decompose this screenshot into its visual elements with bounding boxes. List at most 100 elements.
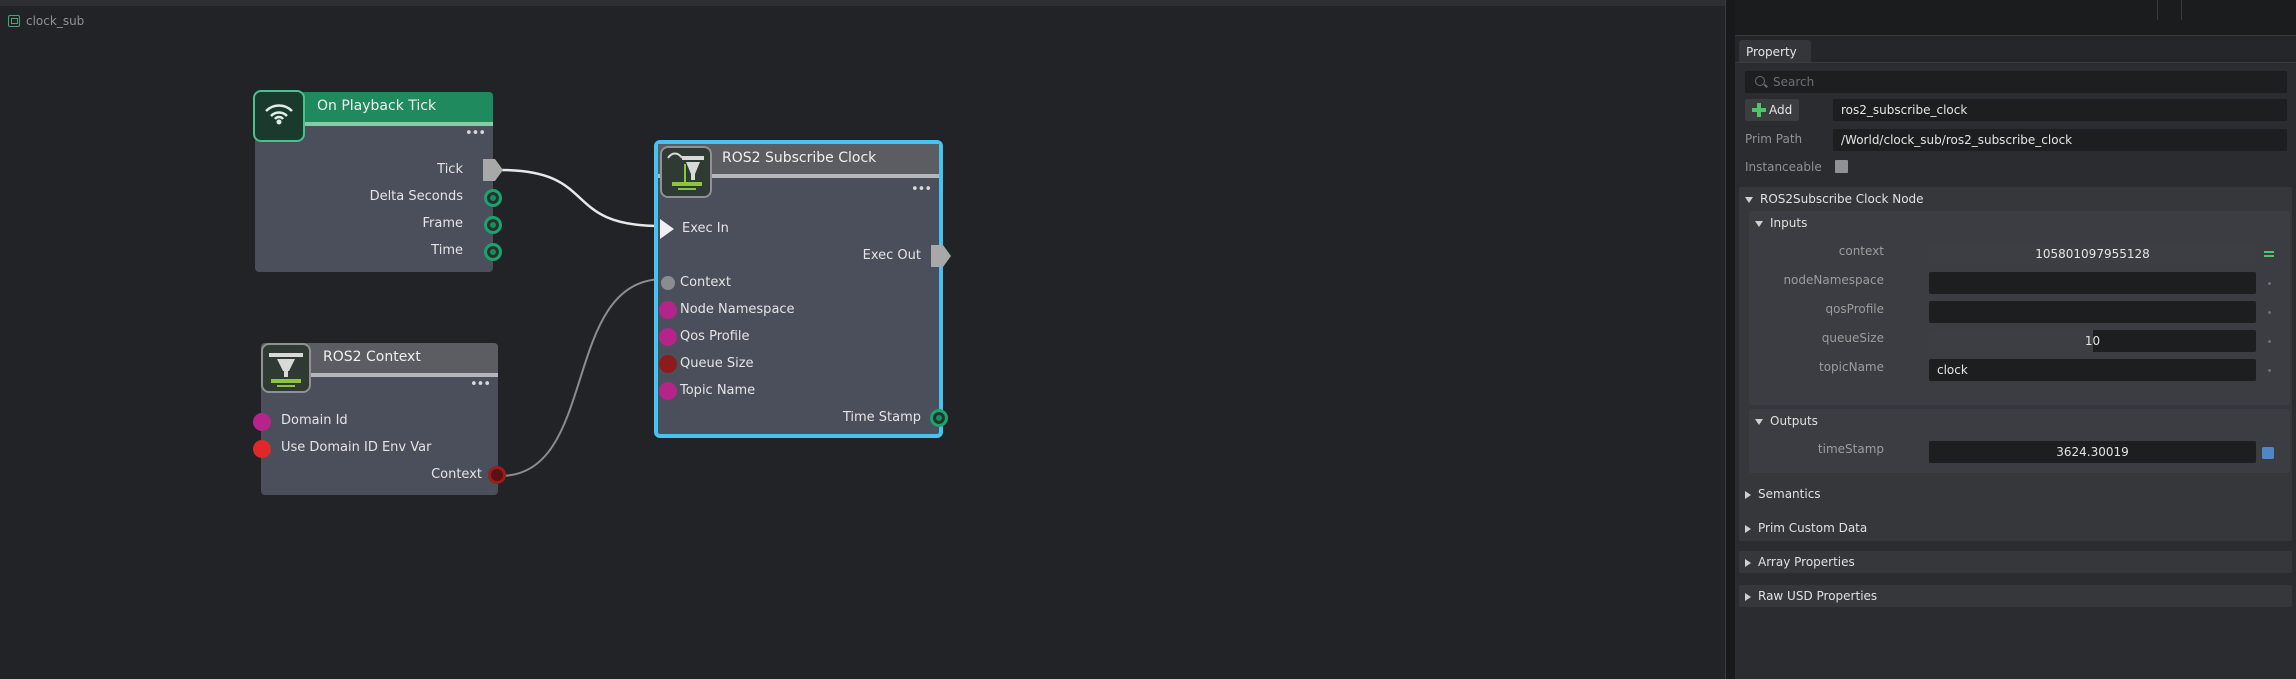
port-label-time: Time xyxy=(431,243,463,258)
add-button[interactable]: Add xyxy=(1745,99,1799,121)
exec-out-port-tick[interactable] xyxy=(483,159,503,181)
time-stamp-value: 3624.30019 xyxy=(2056,445,2129,459)
exec-out-port[interactable] xyxy=(931,245,951,267)
reset-dot[interactable] xyxy=(2268,340,2271,343)
port-label-delta-seconds: Delta Seconds xyxy=(369,189,463,204)
chevron-right-icon xyxy=(1745,490,1751,499)
port-topic-name[interactable] xyxy=(659,382,677,400)
port-label-exec-out: Exec Out xyxy=(862,248,921,263)
section-prim-custom-data-header[interactable]: Prim Custom Data xyxy=(1745,521,1867,535)
port-queue-size[interactable] xyxy=(659,355,677,373)
port-label-domain-id: Domain Id xyxy=(281,413,348,428)
tab-property[interactable]: Property xyxy=(1739,40,1811,62)
section-inputs-title: Inputs xyxy=(1770,216,1808,230)
node-on-playback-tick[interactable]: On Playback Tick ••• Tick Delta Seconds … xyxy=(253,90,503,272)
instanceable-checkbox[interactable] xyxy=(1835,160,1848,173)
section-node-header[interactable]: ROS2Subscribe Clock Node xyxy=(1745,192,1924,206)
graph-breadcrumb[interactable]: clock_sub xyxy=(8,14,84,28)
property-body: Search Add ros2_subscribe_clock Prim Pat… xyxy=(1735,62,2296,679)
exec-in-port[interactable] xyxy=(660,219,674,239)
port-delta-seconds[interactable] xyxy=(484,189,502,207)
port-frame[interactable] xyxy=(484,216,502,234)
port-label-queue-size: Queue Size xyxy=(680,356,754,371)
node-menu-button[interactable]: ••• xyxy=(470,378,491,391)
section-array-properties-title: Array Properties xyxy=(1758,555,1855,569)
port-label-node-namespace: Node Namespace xyxy=(680,302,795,317)
wire-tick-to-exec-in xyxy=(499,168,661,228)
section-raw-usd-properties-title: Raw USD Properties xyxy=(1758,589,1878,603)
port-label-exec-in: Exec In xyxy=(682,221,729,236)
action-graph-canvas[interactable]: clock_sub On Playback Tick ••• Tick Delt… xyxy=(0,0,1725,679)
input-label-node-namespace: nodeNamespace xyxy=(1783,273,1884,287)
node-namespace-field[interactable] xyxy=(1929,272,2256,294)
port-label-time-stamp: Time Stamp xyxy=(842,410,921,425)
section-outputs-header[interactable]: Outputs xyxy=(1755,414,1818,428)
qos-profile-field[interactable] xyxy=(1929,301,2256,323)
app-window: clock_sub On Playback Tick ••• Tick Delt… xyxy=(0,0,2296,679)
port-label-frame: Frame xyxy=(422,216,463,231)
time-stamp-field[interactable]: 3624.30019 xyxy=(1929,441,2256,463)
port-context-in[interactable] xyxy=(659,274,677,292)
section-outputs-title: Outputs xyxy=(1770,414,1818,428)
ros2-context-icon xyxy=(261,343,311,393)
section-array-properties-header[interactable]: Array Properties xyxy=(1745,555,1855,569)
reset-dot[interactable] xyxy=(2268,311,2271,314)
output-label-time-stamp: timeStamp xyxy=(1817,442,1884,456)
context-field[interactable]: 105801097955128 xyxy=(1929,243,2256,265)
property-panel: Property Search Add ros2_subscribe_clock… xyxy=(1735,0,2296,679)
section-semantics-header[interactable]: Semantics xyxy=(1745,487,1821,501)
node-menu-button[interactable]: ••• xyxy=(911,183,932,196)
chevron-right-icon xyxy=(1745,524,1751,533)
section-semantics-title: Semantics xyxy=(1758,487,1821,501)
prim-name-field[interactable]: ros2_subscribe_clock xyxy=(1833,99,2287,121)
chevron-right-icon xyxy=(1745,592,1751,601)
prim-path-field[interactable]: /World/clock_sub/ros2_subscribe_clock xyxy=(1833,129,2287,151)
panel-splitter[interactable] xyxy=(1725,0,1735,679)
topic-name-field[interactable]: clock xyxy=(1929,359,2256,381)
queue-size-field[interactable]: 10 xyxy=(1929,330,2256,352)
section-semantics[interactable]: Semantics xyxy=(1739,483,2292,505)
section-array-properties[interactable]: Array Properties xyxy=(1739,551,2292,573)
input-label-queue-size: queueSize xyxy=(1821,331,1884,345)
topic-name-value: clock xyxy=(1937,363,1968,377)
graph-tab-label: clock_sub xyxy=(26,14,85,28)
port-context-out[interactable] xyxy=(488,466,506,484)
add-button-label: Add xyxy=(1769,103,1793,117)
input-label-qos-profile: qosProfile xyxy=(1825,302,1884,316)
port-use-domain-id-env-var[interactable] xyxy=(253,440,271,458)
node-ros2-subscribe-clock[interactable]: ROS2 Subscribe Clock ••• Exec In Exec Ou… xyxy=(654,140,951,438)
section-inputs-header[interactable]: Inputs xyxy=(1755,216,1807,230)
node-menu-button[interactable]: ••• xyxy=(465,127,486,140)
port-label-use-domain-id-env-var: Use Domain ID Env Var xyxy=(281,440,432,455)
port-qos-profile[interactable] xyxy=(659,328,677,346)
port-time[interactable] xyxy=(484,243,502,261)
connected-icon xyxy=(2264,251,2274,257)
output-indicator-icon xyxy=(2262,447,2274,459)
search-input[interactable]: Search xyxy=(1745,71,2287,93)
port-label-qos-profile: Qos Profile xyxy=(680,329,750,344)
section-prim-custom-data[interactable]: Prim Custom Data xyxy=(1739,517,2292,539)
section-node-title: ROS2Subscribe Clock Node xyxy=(1760,192,1924,206)
port-label-context: Context xyxy=(680,275,731,290)
section-raw-usd-properties[interactable]: Raw USD Properties xyxy=(1739,585,2292,607)
playback-tick-icon xyxy=(253,90,305,142)
context-value: 105801097955128 xyxy=(2035,247,2150,261)
search-placeholder: Search xyxy=(1773,75,1815,89)
reset-dot[interactable] xyxy=(2268,369,2271,372)
port-time-stamp[interactable] xyxy=(930,409,948,427)
section-outputs: Outputs timeStamp 3624.30019 xyxy=(1749,409,2290,473)
chevron-right-icon xyxy=(1745,558,1751,567)
node-ros2-context[interactable]: ROS2 Context ••• Domain Id Use Domain ID… xyxy=(253,343,506,495)
graph-icon xyxy=(8,15,20,27)
port-domain-id[interactable] xyxy=(253,413,271,431)
section-inputs: Inputs context 105801097955128 nodeNames… xyxy=(1749,211,2290,405)
wire-context-to-context xyxy=(499,278,665,477)
section-prim-custom-data-title: Prim Custom Data xyxy=(1758,521,1868,535)
node-title: ROS2 Context xyxy=(323,349,421,365)
port-node-namespace[interactable] xyxy=(659,301,677,319)
section-raw-usd-properties-header[interactable]: Raw USD Properties xyxy=(1745,589,1877,603)
panel-top-strip xyxy=(1735,0,2296,36)
port-label-topic-name: Topic Name xyxy=(680,383,756,398)
reset-dot[interactable] xyxy=(2268,282,2271,285)
node-title: ROS2 Subscribe Clock xyxy=(722,150,877,166)
